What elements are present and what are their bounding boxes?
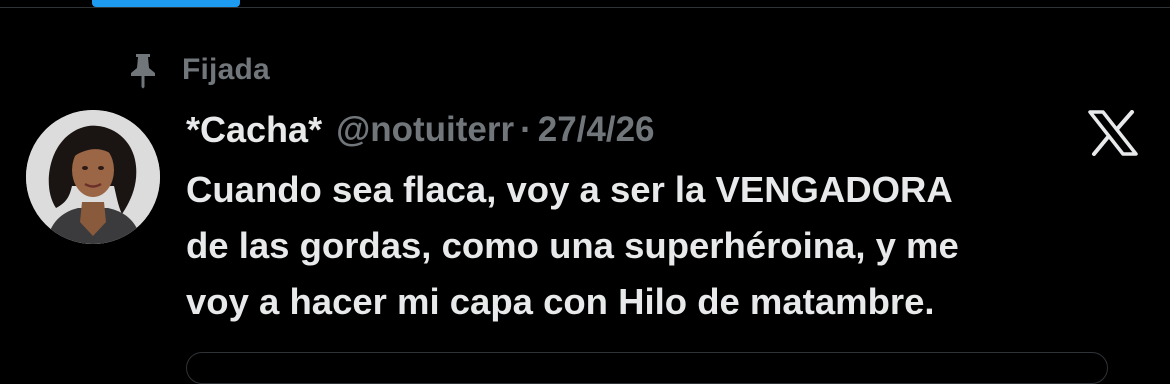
- tweet-date[interactable]: 27/4/26: [538, 110, 655, 150]
- header-separator: ·: [520, 110, 532, 149]
- tweet-text-line: de las gordas, como una superhéroina, y …: [186, 225, 959, 266]
- x-logo-icon[interactable]: [1087, 110, 1139, 156]
- pinned-label: Fijada: [182, 53, 270, 86]
- tweet-text: Cuando sea flaca, voy a ser la VENGADORA…: [186, 162, 1156, 330]
- tweet-header: *Cacha* @notuiterr · 27/4/26: [186, 108, 655, 152]
- profile-avatar[interactable]: [26, 110, 160, 244]
- tweet-text-line: voy a hacer mi capa con Hilo de matambre…: [186, 281, 935, 322]
- user-handle[interactable]: @notuiterr: [336, 110, 514, 150]
- tweet-text-line: Cuando sea flaca, voy a ser la VENGADORA: [186, 169, 953, 210]
- display-name[interactable]: *Cacha*: [186, 109, 322, 151]
- pin-icon: [128, 50, 164, 90]
- top-divider: [0, 7, 1170, 8]
- next-element-edge: [186, 352, 1108, 384]
- pinned-indicator: Fijada: [128, 50, 270, 90]
- active-tab-indicator: [92, 0, 240, 7]
